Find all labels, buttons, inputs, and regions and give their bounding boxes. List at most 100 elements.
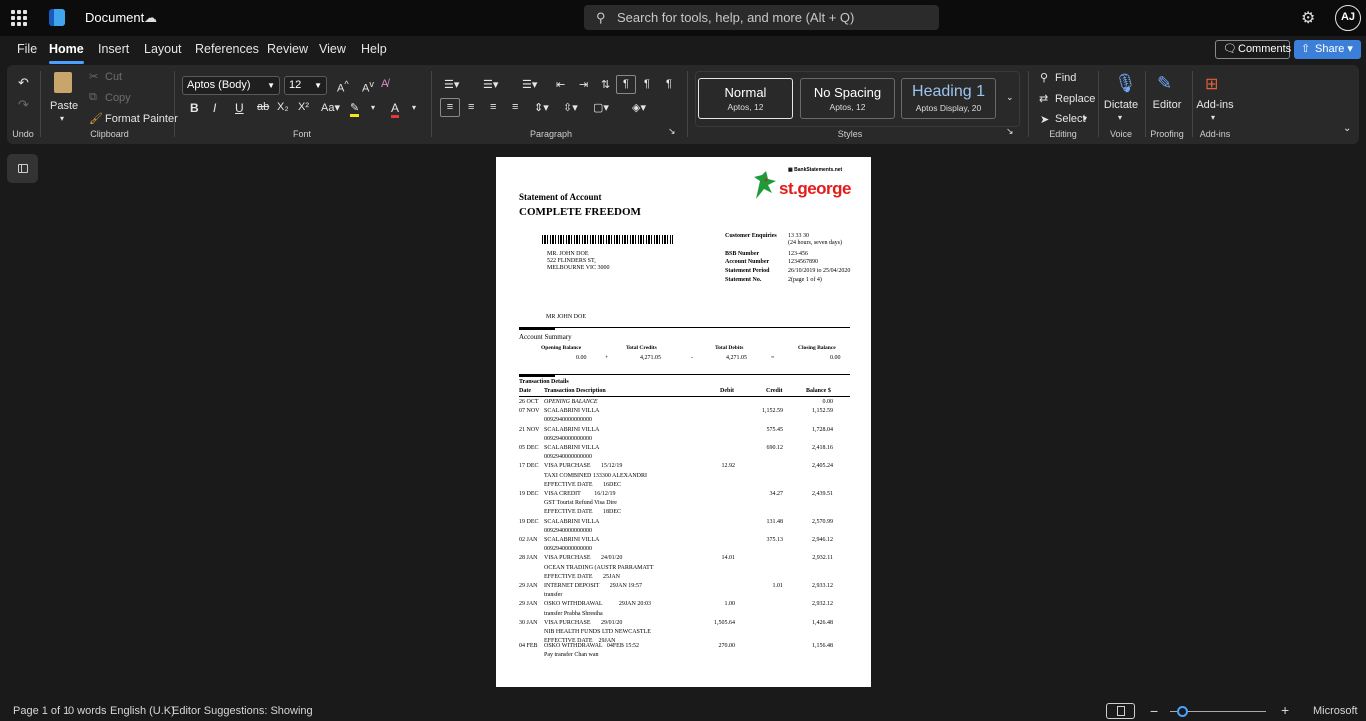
line-spacing-icon[interactable]: ⇕▾ bbox=[534, 101, 549, 114]
sort-icon[interactable]: ⇅ bbox=[601, 78, 610, 91]
copy-label[interactable]: Copy bbox=[105, 92, 131, 104]
word-count[interactable]: 0 words bbox=[68, 705, 107, 717]
txn-description: EFFECTIVE DATE 18DEC bbox=[544, 509, 621, 516]
info-label: Customer Enquiries bbox=[725, 233, 777, 239]
ribbon-expand-chevron-icon[interactable]: ⌄ bbox=[1343, 123, 1351, 134]
align-right-icon[interactable]: ≡ bbox=[490, 101, 496, 113]
paste-icon[interactable] bbox=[54, 72, 72, 93]
avatar[interactable]: AJ bbox=[1335, 5, 1361, 31]
zoom-out-button[interactable]: − bbox=[1150, 703, 1158, 719]
grow-font-icon[interactable]: A^ bbox=[337, 79, 349, 95]
txn-balance: 2,439.51 bbox=[812, 491, 833, 497]
bullets-icon[interactable]: ☰▾ bbox=[444, 78, 459, 91]
document-title[interactable]: Document bbox=[85, 10, 144, 25]
comments-button[interactable]: 🗨 Comments bbox=[1215, 40, 1291, 59]
copy-icon[interactable]: ⧉ bbox=[89, 91, 97, 104]
styles-more-icon[interactable]: ⌄ bbox=[1006, 92, 1014, 103]
format-painter-icon[interactable]: 🖌 bbox=[89, 112, 103, 125]
change-case-icon[interactable]: Aa▾ bbox=[321, 101, 340, 114]
search-placeholder: Search for tools, help, and more (Alt + … bbox=[617, 10, 855, 25]
styles-launcher-icon[interactable]: ↘ bbox=[1006, 126, 1014, 137]
tab-home[interactable]: Home bbox=[49, 42, 84, 64]
bold-icon[interactable]: B bbox=[190, 101, 199, 115]
subscript-icon[interactable]: X₂ bbox=[277, 101, 289, 113]
rtl-icon[interactable]: ¶ bbox=[644, 78, 650, 90]
editor-label[interactable]: Editor bbox=[1149, 99, 1185, 111]
settings-gear-icon[interactable]: ⚙ bbox=[1301, 8, 1315, 28]
microphone-icon[interactable]: 🎙 bbox=[1114, 73, 1137, 94]
align-center-icon[interactable]: ≡ bbox=[468, 101, 474, 113]
share-button[interactable]: ⇧ Share ▾ bbox=[1294, 40, 1361, 59]
format-painter-label[interactable]: Format Painter bbox=[105, 113, 178, 125]
align-left-icon[interactable]: ≡ bbox=[440, 98, 460, 117]
menu-bar: File Home Insert Layout References Revie… bbox=[0, 36, 1366, 64]
cut-icon[interactable]: ✂ bbox=[89, 70, 98, 83]
justify-icon[interactable]: ≡ bbox=[512, 101, 518, 113]
increase-indent-icon[interactable]: ⇥ bbox=[579, 78, 588, 91]
title-bar: Document ☁ ⚲ Search for tools, help, and… bbox=[0, 0, 1366, 36]
replace-label[interactable]: Replace bbox=[1055, 93, 1095, 105]
strikethrough-icon[interactable]: ab bbox=[257, 101, 269, 113]
document-page[interactable]: ▦ BankStatements.net st.george Statement… bbox=[496, 157, 871, 687]
page-count[interactable]: Page 1 of 1 bbox=[13, 705, 69, 717]
font-family-select[interactable]: Aptos (Body) ▼ bbox=[182, 76, 280, 95]
redo-icon[interactable]: ↷ bbox=[18, 97, 29, 113]
tab-insert[interactable]: Insert bbox=[98, 42, 129, 56]
numbering-icon[interactable]: ☰▾ bbox=[483, 78, 498, 91]
font-color-icon[interactable]: A bbox=[391, 101, 400, 118]
highlight-icon[interactable]: ✎ bbox=[350, 101, 360, 117]
style-no-spacing[interactable]: No Spacing Aptos, 12 bbox=[800, 78, 895, 119]
select-icon[interactable]: ➤ bbox=[1040, 113, 1049, 126]
style-heading-1[interactable]: Heading 1 Aptos Display, 20 bbox=[901, 78, 996, 119]
stgeorge-logo: st.george bbox=[779, 179, 852, 198]
find-icon[interactable]: ⚲ bbox=[1040, 71, 1048, 84]
dictate-label[interactable]: Dictate bbox=[1103, 99, 1139, 111]
paste-chevron-icon[interactable]: ▾ bbox=[60, 114, 64, 123]
zoom-in-button[interactable]: + bbox=[1281, 702, 1289, 718]
select-label[interactable]: Select bbox=[1055, 113, 1086, 125]
search-box[interactable]: ⚲ Search for tools, help, and more (Alt … bbox=[584, 5, 939, 30]
tab-help[interactable]: Help bbox=[361, 42, 387, 56]
paste-label[interactable]: Paste bbox=[50, 100, 78, 112]
paragraph-spacing-icon[interactable]: ⇳▾ bbox=[563, 101, 578, 114]
show-marks-icon[interactable]: ¶ bbox=[666, 78, 672, 90]
addins-icon[interactable]: ⊞ bbox=[1205, 74, 1218, 94]
tab-review[interactable]: Review bbox=[267, 42, 308, 56]
navigation-pane-button[interactable] bbox=[7, 154, 38, 183]
editor-suggestions[interactable]: Editor Suggestions: Showing bbox=[172, 705, 313, 717]
shrink-font-icon[interactable]: Av bbox=[362, 79, 374, 95]
info-label: Statement Period bbox=[725, 268, 770, 274]
txn-description: GST Tourist Refund Visa Dire bbox=[544, 500, 617, 507]
app-launcher-icon[interactable] bbox=[11, 10, 27, 26]
txn-date: 26 OCT bbox=[519, 399, 539, 405]
cloud-saved-icon[interactable]: ☁ bbox=[144, 10, 157, 26]
ltr-icon[interactable]: ¶ bbox=[616, 75, 636, 94]
font-size-select[interactable]: 12 ▼ bbox=[284, 76, 327, 95]
superscript-icon[interactable]: X² bbox=[298, 101, 309, 113]
zoom-slider-thumb[interactable] bbox=[1177, 706, 1188, 717]
txn-balance: 0.00 bbox=[822, 399, 834, 405]
paragraph-launcher-icon[interactable]: ↘ bbox=[668, 126, 676, 137]
multilevel-list-icon[interactable]: ☰▾ bbox=[522, 78, 537, 91]
find-label[interactable]: Find bbox=[1055, 72, 1076, 84]
tab-layout[interactable]: Layout bbox=[144, 42, 182, 56]
word-logo-icon[interactable] bbox=[49, 9, 65, 26]
clear-format-icon[interactable]: A̸ bbox=[381, 78, 388, 90]
addins-label[interactable]: Add-ins bbox=[1195, 99, 1235, 111]
replace-icon[interactable]: ⇄ bbox=[1039, 92, 1048, 105]
cut-label[interactable]: Cut bbox=[105, 71, 122, 83]
style-normal[interactable]: Normal Aptos, 12 bbox=[698, 78, 793, 119]
language-indicator[interactable]: English (U.K) bbox=[110, 705, 175, 717]
tab-file[interactable]: File bbox=[17, 42, 37, 56]
decrease-indent-icon[interactable]: ⇤ bbox=[556, 78, 565, 91]
borders-icon[interactable]: ▢▾ bbox=[593, 101, 609, 114]
shading-icon[interactable]: ◈▾ bbox=[632, 101, 646, 114]
summary-header: Opening Balance bbox=[541, 345, 582, 351]
print-layout-button[interactable] bbox=[1106, 703, 1135, 719]
tab-view[interactable]: View bbox=[319, 42, 346, 56]
undo-icon[interactable]: ↶ bbox=[18, 75, 29, 91]
underline-icon[interactable]: U bbox=[235, 101, 244, 115]
tab-references[interactable]: References bbox=[195, 42, 259, 56]
italic-icon[interactable]: I bbox=[213, 101, 216, 115]
editor-icon[interactable]: ✎ bbox=[1157, 73, 1172, 94]
